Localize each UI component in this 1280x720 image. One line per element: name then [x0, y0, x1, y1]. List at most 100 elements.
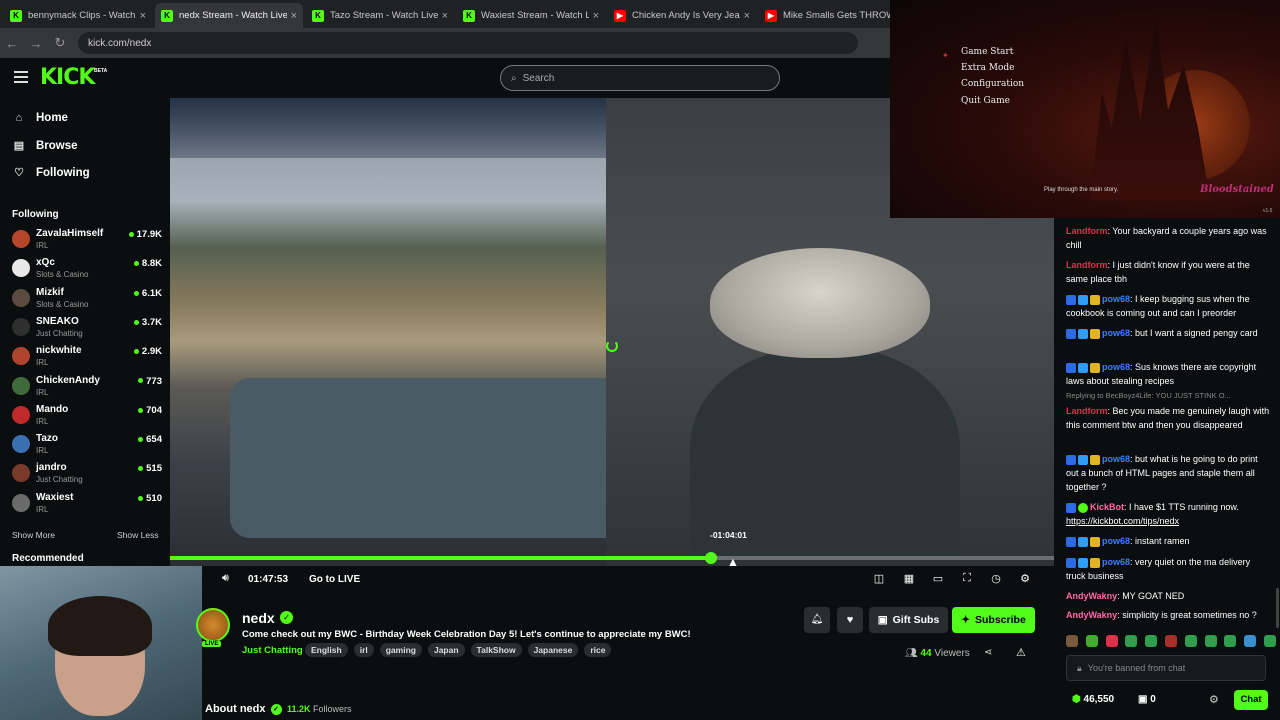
emote-icon[interactable]: [1204, 635, 1217, 647]
chat-text: : simplicity is great sometimes no ?: [1117, 610, 1257, 620]
chat-badge-icon: [1090, 328, 1100, 339]
streamer-name[interactable]: nedx: [242, 610, 275, 626]
sidebar-item-home[interactable]: ⌂ Home: [12, 112, 68, 124]
browser-tab[interactable]: Kbennymack Clips - Watch Liv ×: [4, 3, 152, 28]
chat-username[interactable]: AndyWakny: [1066, 610, 1117, 620]
gift-subs-button[interactable]: ▣ Gift Subs: [869, 607, 948, 633]
sidebar-channel[interactable]: Mando IRL 704: [12, 404, 162, 432]
progress-knob[interactable]: [705, 552, 717, 564]
forward-icon[interactable]: →: [24, 36, 48, 51]
chat-badge-icon: [1066, 454, 1076, 465]
theater-mode-icon[interactable]: ▭: [931, 572, 945, 586]
browser-tab[interactable]: ▶ Chicken Andy Is Very Jealous ×: [608, 3, 756, 28]
report-icon[interactable]: ⚠: [1016, 646, 1026, 659]
chat-username[interactable]: Landform: [1066, 226, 1108, 236]
chat-send-button[interactable]: Chat: [1234, 690, 1268, 710]
stream-tag[interactable]: TalkShow: [470, 643, 522, 657]
settings-gear-icon[interactable]: ⚙: [1018, 572, 1032, 586]
search-input[interactable]: ⌕ Search: [500, 65, 780, 91]
sidebar-channel[interactable]: Waxiest IRL 510: [12, 492, 162, 520]
notification-bell-button[interactable]: 🔔︎: [804, 607, 830, 633]
stream-tag[interactable]: gaming: [379, 643, 422, 657]
live-dot-icon: [138, 407, 144, 413]
chat-username[interactable]: pow68: [1102, 557, 1130, 567]
chat-username[interactable]: pow68: [1102, 454, 1130, 464]
chat-input[interactable]: 🔒︎ You're banned from chat: [1066, 655, 1266, 681]
clip-icon[interactable]: ▦: [902, 572, 916, 586]
close-icon[interactable]: ×: [291, 10, 297, 22]
follow-button[interactable]: ♥: [837, 607, 863, 633]
close-icon[interactable]: ×: [593, 10, 599, 22]
sidebar-channel[interactable]: Mizkif Slots & Casino 6.1K: [12, 287, 162, 315]
kicks-balance[interactable]: ▣ 0: [1138, 694, 1156, 705]
channel-points[interactable]: ⬢ 46,550: [1072, 694, 1114, 705]
browser-tab[interactable]: ▶ Mike Smalls Gets THROWN: [759, 3, 907, 28]
menu-icon[interactable]: [14, 71, 28, 83]
miniplayer-icon[interactable]: ◫: [872, 572, 886, 586]
progress-bar[interactable]: [170, 552, 1054, 564]
kicks-icon: ▣: [1138, 694, 1148, 705]
url-field[interactable]: kick.com/nedx: [78, 32, 858, 54]
chat-username[interactable]: AndyWakny: [1066, 591, 1117, 601]
emote-icon[interactable]: [1244, 635, 1257, 647]
stream-tag[interactable]: rice: [584, 643, 612, 657]
volume-icon[interactable]: 🔊︎: [222, 572, 229, 585]
browser-tab[interactable]: K Waxiest Stream - Watch Live ×: [457, 3, 605, 28]
chat-message: pow68: but what is he going to do print …: [1066, 452, 1272, 494]
sidebar-channel[interactable]: xQc Slots & Casino 8.8K: [12, 257, 162, 285]
speed-icon[interactable]: ◷: [989, 572, 1003, 586]
emote-icon[interactable]: [1145, 635, 1158, 647]
sidebar: ⌂ Home ▤ Browse ♡ Following Following Zaval…: [0, 98, 170, 568]
emote-icon[interactable]: [1125, 635, 1138, 647]
go-to-live-button[interactable]: Go to LIVE: [309, 574, 360, 585]
show-more-button[interactable]: Show More: [12, 530, 55, 540]
stream-tag[interactable]: English: [305, 643, 348, 657]
back-icon[interactable]: ←: [0, 36, 24, 51]
close-icon[interactable]: ×: [744, 10, 750, 22]
chat-username[interactable]: Landform: [1066, 406, 1108, 416]
channel-avatar: [12, 493, 30, 512]
emote-icon[interactable]: [1263, 635, 1276, 647]
show-less-button[interactable]: Show Less: [117, 530, 159, 540]
beta-label: BETA: [94, 68, 108, 74]
chat-username[interactable]: pow68: [1102, 536, 1130, 546]
chat-settings-icon[interactable]: ⚙: [1209, 693, 1219, 706]
chat-text: : instant ramen: [1130, 536, 1190, 546]
chat-username[interactable]: pow68: [1102, 362, 1130, 372]
sidebar-channel[interactable]: nickwhite IRL 2.9K: [12, 345, 162, 373]
chat-username[interactable]: KickBot: [1090, 502, 1124, 512]
chat-username[interactable]: pow68: [1102, 294, 1130, 304]
sidebar-channel[interactable]: ChickenAndy IRL 773: [12, 375, 162, 403]
close-icon[interactable]: ×: [442, 10, 448, 22]
chat-username[interactable]: Landform: [1066, 260, 1108, 270]
sidebar-channel[interactable]: SNEAKO Just Chatting 3.7K: [12, 316, 162, 344]
stream-category[interactable]: Just Chatting: [242, 645, 303, 656]
stream-tag[interactable]: Japan: [427, 643, 465, 657]
emote-icon[interactable]: [1184, 635, 1197, 647]
reload-icon[interactable]: ↻: [48, 35, 72, 51]
chat-scrollbar[interactable]: [1276, 588, 1279, 628]
fullscreen-icon[interactable]: ⛶: [960, 572, 974, 586]
emote-icon[interactable]: [1105, 635, 1118, 647]
emote-icon[interactable]: [1164, 635, 1177, 647]
sidebar-channel[interactable]: Tazo IRL 654: [12, 433, 162, 461]
sidebar-channel[interactable]: jandro Just Chatting 515: [12, 462, 162, 490]
stream-tag[interactable]: Japanese: [527, 643, 579, 657]
sidebar-item-following[interactable]: ♡ Following: [12, 166, 90, 180]
browser-tab[interactable]: K Tazo Stream - Watch Live on ×: [306, 3, 454, 28]
subscribe-button[interactable]: ✦ Subscribe: [952, 607, 1035, 633]
stream-tag[interactable]: irl: [353, 643, 374, 657]
emote-icon[interactable]: [1224, 635, 1237, 647]
sidebar-channel[interactable]: ZavalaHimself IRL 17.9K: [12, 228, 162, 256]
close-icon[interactable]: ×: [140, 10, 146, 22]
kick-logo[interactable]: KICK: [40, 65, 95, 90]
streamer-avatar[interactable]: [196, 608, 230, 642]
share-icon[interactable]: ⋖: [984, 647, 992, 658]
chat-link[interactable]: https://kickbot.com/tips/nedx: [1066, 516, 1179, 526]
about-heading: About nedx ✓: [205, 703, 282, 715]
chat-username[interactable]: pow68: [1102, 328, 1130, 338]
sidebar-item-browse[interactable]: ▤ Browse: [12, 139, 78, 153]
browser-tab[interactable]: Knedx Stream - Watch Live ×: [155, 3, 303, 28]
emote-icon[interactable]: [1066, 635, 1078, 647]
emote-icon[interactable]: [1085, 635, 1098, 647]
